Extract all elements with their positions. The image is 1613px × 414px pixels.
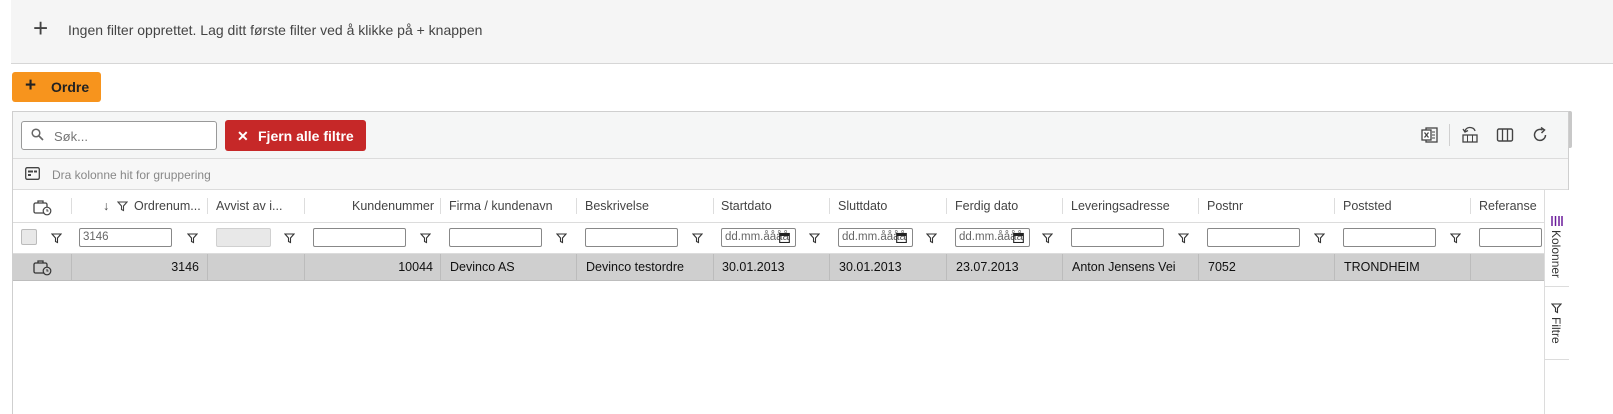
- col-header-kundenummer[interactable]: Kundenummer: [312, 190, 434, 222]
- calendar-icon[interactable]: [779, 231, 790, 246]
- filter-icon[interactable]: [1177, 232, 1190, 247]
- columns-tab[interactable]: Kolonner: [1545, 208, 1569, 287]
- filter-icon[interactable]: [1449, 232, 1462, 247]
- side-panel: Kolonner Filtre: [1544, 190, 1569, 414]
- filter-icon[interactable]: [1041, 232, 1054, 247]
- columns-tab-label: Kolonner: [1549, 230, 1563, 279]
- col-header-poststed[interactable]: Poststed: [1343, 190, 1392, 222]
- grid-header: ↓ Ordrenum... Avvist av i... Kundenummer…: [13, 190, 1544, 223]
- search-box[interactable]: [21, 121, 217, 150]
- col-header-sluttdato[interactable]: Sluttdato: [838, 190, 887, 222]
- filter-icon[interactable]: [186, 232, 199, 247]
- excel-export-icon[interactable]: [1420, 125, 1440, 145]
- select-all-checkbox[interactable]: [21, 229, 37, 245]
- no-filter-message: Ingen filter opprettet. Lag ditt første …: [68, 22, 483, 38]
- add-filter-button[interactable]: +: [33, 14, 48, 42]
- filter-input-firma[interactable]: [449, 228, 542, 247]
- search-input[interactable]: [52, 126, 206, 146]
- refresh-icon[interactable]: [1530, 125, 1550, 145]
- clear-filters-button[interactable]: ✕ Fjern alle filtre: [225, 120, 366, 151]
- filter-icon[interactable]: [691, 232, 704, 247]
- calendar-icon[interactable]: [896, 231, 907, 246]
- col-header-postnr[interactable]: Postnr: [1207, 190, 1243, 222]
- new-order-button[interactable]: + Ordre: [12, 72, 101, 102]
- filter-input-postnr[interactable]: [1207, 228, 1300, 247]
- filter-icon[interactable]: [50, 232, 63, 247]
- filter-input-leveringsadresse[interactable]: [1071, 228, 1164, 247]
- filter-input-referanse[interactable]: [1479, 228, 1542, 247]
- col-header-leveringsadresse[interactable]: Leveringsadresse: [1071, 190, 1170, 222]
- cell-startdato: 30.01.2013: [722, 260, 785, 274]
- briefcase-clock-icon[interactable]: [33, 258, 52, 279]
- col-header-referanse[interactable]: Referanse: [1479, 190, 1537, 222]
- group-drop-zone[interactable]: Dra kolonne hit for gruppering: [13, 159, 1568, 190]
- filter-input-ordrenummer[interactable]: 3146: [79, 228, 172, 247]
- cell-beskrivelse: Devinco testordre: [586, 260, 684, 274]
- column-filter-icon[interactable]: [116, 200, 129, 215]
- clear-filters-label: Fjern alle filtre: [258, 128, 354, 144]
- filter-bar: + Ingen filter opprettet. Lag ditt først…: [11, 0, 1613, 64]
- col-header-ordrenummer[interactable]: Ordrenum...: [134, 190, 206, 222]
- toolbar-divider: [1449, 124, 1450, 146]
- search-icon: [31, 128, 44, 144]
- grid-toolbar: ✕ Fjern alle filtre: [13, 112, 1568, 159]
- filter-icon[interactable]: [283, 232, 296, 247]
- sort-desc-icon[interactable]: ↓: [103, 190, 109, 222]
- briefcase-clock-icon: [33, 198, 52, 219]
- filter-icon[interactable]: [419, 232, 432, 247]
- cell-firma: Devinco AS: [450, 260, 515, 274]
- cell-ordrenummer: 3146: [171, 260, 199, 274]
- columns-tab-icon: [1551, 214, 1563, 229]
- filter-input-avvist: [216, 228, 271, 247]
- calendar-icon[interactable]: [1013, 231, 1024, 246]
- cell-leveringsadresse: Anton Jensens Vei: [1072, 260, 1176, 274]
- plus-icon: +: [25, 75, 37, 96]
- filter-input-poststed[interactable]: [1343, 228, 1436, 247]
- filter-icon[interactable]: [808, 232, 821, 247]
- filter-tab-icon: [1550, 302, 1563, 317]
- reset-layout-icon[interactable]: [1460, 125, 1480, 145]
- cell-ferdigdato: 23.07.2013: [956, 260, 1019, 274]
- filters-tab[interactable]: Filtre: [1545, 287, 1569, 360]
- cell-kundenummer: 10044: [398, 260, 433, 274]
- group-hint: Dra kolonne hit for gruppering: [52, 168, 211, 182]
- orders-grid: ✕ Fjern alle filtre Dra kolonne hit for …: [12, 111, 1569, 414]
- filter-icon[interactable]: [555, 232, 568, 247]
- col-header-firma[interactable]: Firma / kundenavn: [449, 190, 553, 222]
- filter-icon[interactable]: [925, 232, 938, 247]
- col-header-avvist[interactable]: Avvist av i...: [216, 190, 296, 222]
- group-panel-icon: [25, 167, 40, 183]
- new-order-label: Ordre: [51, 79, 90, 95]
- col-header-startdato[interactable]: Startdato: [721, 190, 772, 222]
- filter-input-beskrivelse[interactable]: [585, 228, 678, 247]
- col-header-beskrivelse[interactable]: Beskrivelse: [585, 190, 649, 222]
- table-row[interactable]: 3146 10044 Devinco AS Devinco testordre …: [13, 254, 1544, 281]
- filter-icon[interactable]: [1313, 232, 1326, 247]
- filter-input-kundenummer[interactable]: [313, 228, 406, 247]
- cell-poststed: TRONDHEIM: [1344, 260, 1420, 274]
- columns-icon[interactable]: [1495, 125, 1515, 145]
- cell-sluttdato: 30.01.2013: [839, 260, 902, 274]
- close-icon: ✕: [237, 128, 249, 144]
- cell-postnr: 7052: [1208, 260, 1236, 274]
- col-header-ferdigdato[interactable]: Ferdig dato: [955, 190, 1018, 222]
- filters-tab-label: Filtre: [1549, 317, 1563, 344]
